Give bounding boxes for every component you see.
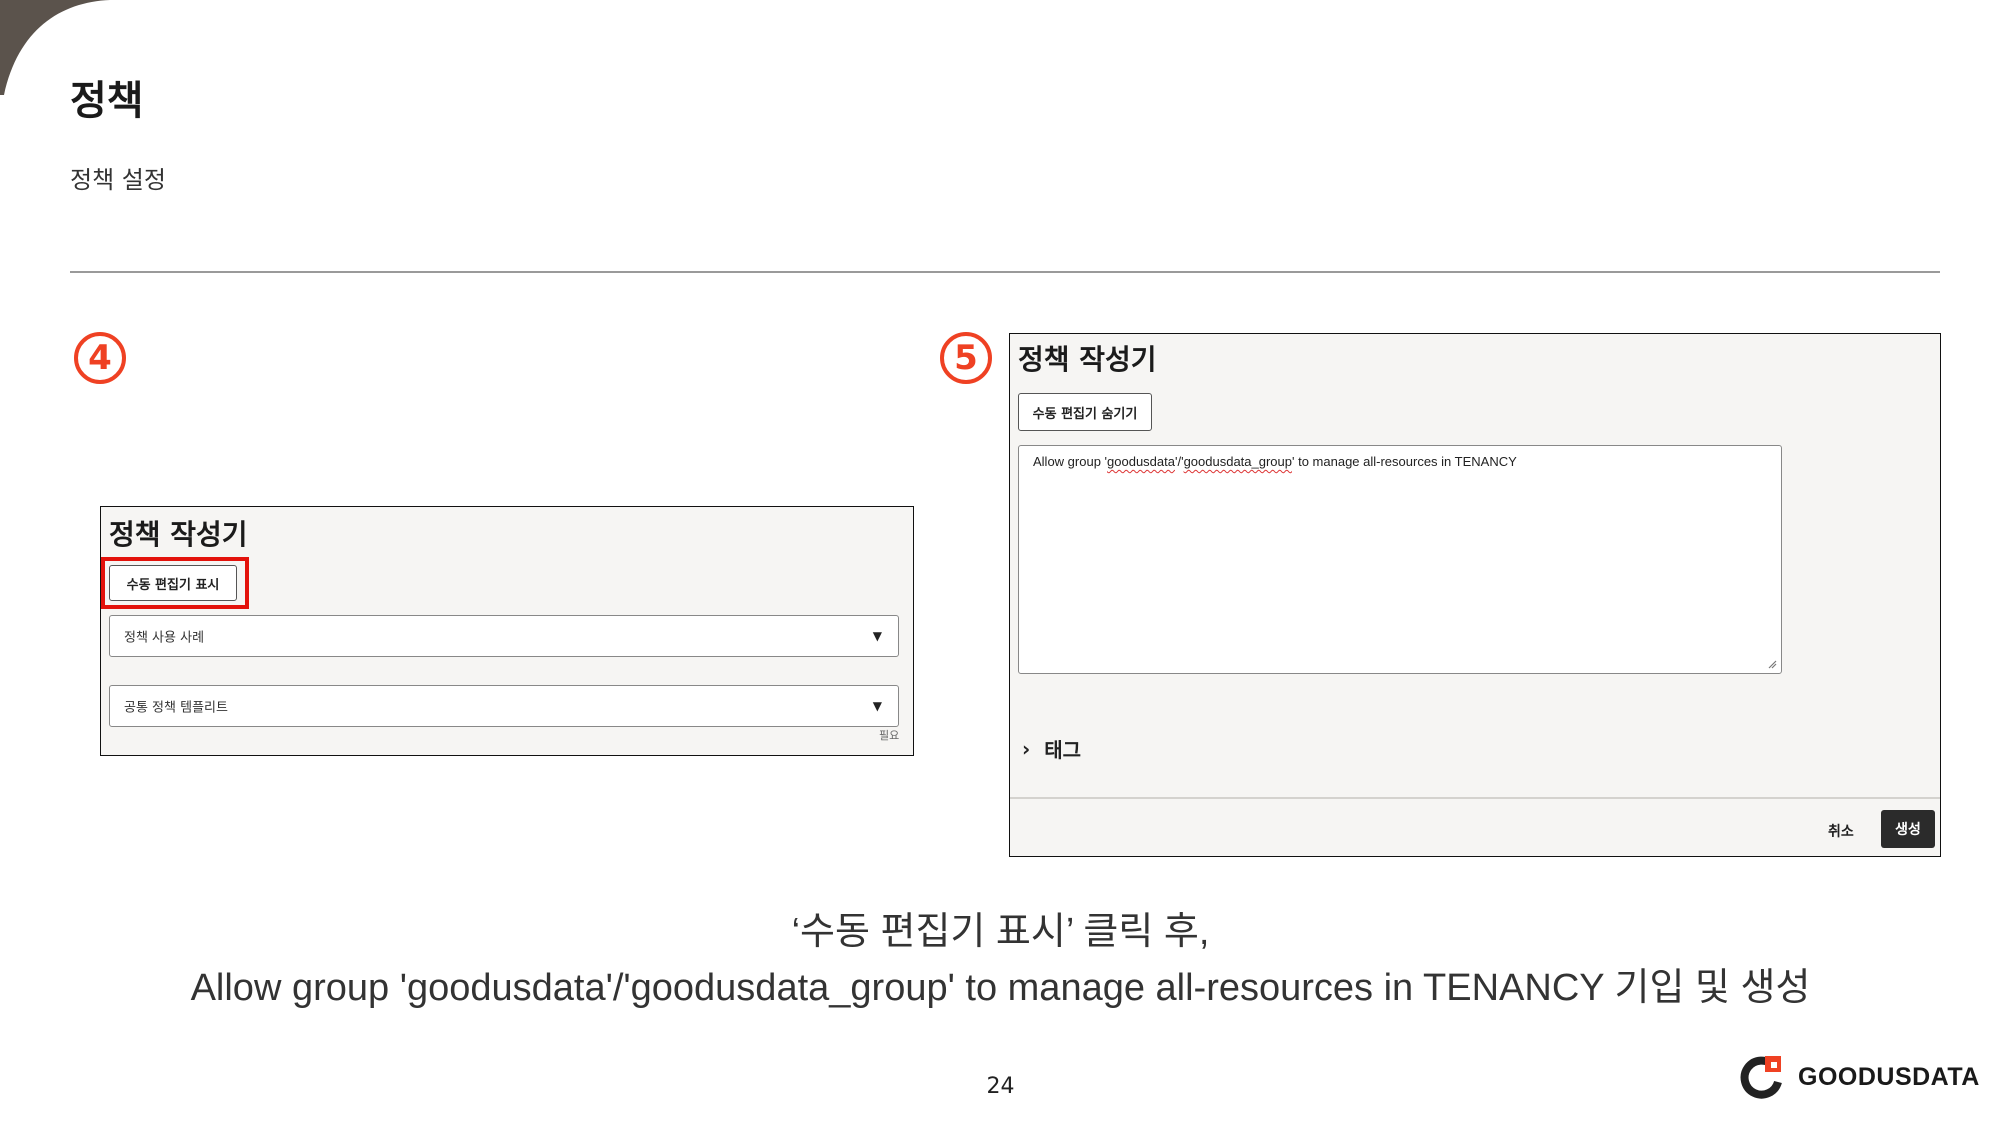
common-policy-template-label: 공통 정책 템플리트 <box>124 700 228 716</box>
brand-name: GOODUSDATA <box>1798 1062 1980 1091</box>
panel-footer-divider <box>1010 797 1940 799</box>
hide-manual-editor-button[interactable]: 수동 편집기 숨기기 <box>1018 393 1152 431</box>
common-policy-template-select[interactable]: 공통 정책 템플리트 ▼ <box>109 685 899 727</box>
chevron-down-icon: ▼ <box>872 699 882 713</box>
tags-label: 태그 <box>1044 738 1082 762</box>
show-manual-editor-button[interactable]: 수동 편집기 표시 <box>109 565 237 601</box>
required-label: 필요 <box>879 729 900 742</box>
step-5-badge: 5 <box>940 332 992 384</box>
policy-use-case-select[interactable]: 정책 사용 사례 ▼ <box>109 615 899 657</box>
caption-line-2: Allow group 'goodusdata'/'goodusdata_gro… <box>190 967 1811 1009</box>
chevron-down-icon: ▼ <box>872 629 882 643</box>
policy-use-case-label: 정책 사용 사례 <box>124 630 205 646</box>
step-5-screenshot: 정책 작성기 수동 편집기 숨기기 Allow group 'goodusdat… <box>1009 333 1941 857</box>
caption-line-1: ‘수동 편집기 표시’ 클릭 후, <box>791 911 1210 953</box>
header-divider <box>70 271 1940 273</box>
chevron-right-icon: › <box>1022 736 1031 761</box>
cancel-button[interactable]: 취소 <box>1828 821 1854 841</box>
page-subtitle: 정책 설정 <box>70 166 166 194</box>
policy-builder-title: 정책 작성기 <box>1018 343 1157 376</box>
page-title: 정책 <box>70 78 144 124</box>
goodusdata-logo-icon <box>1740 1056 1782 1099</box>
policy-statement-text: Allow group 'goodusdata'/'goodusdata_gro… <box>1033 454 1517 469</box>
step-4-badge: 4 <box>74 332 126 384</box>
policy-statement-textarea[interactable]: Allow group 'goodusdata'/'goodusdata_gro… <box>1018 445 1782 674</box>
create-button[interactable]: 생성 <box>1881 810 1935 848</box>
tags-section-toggle[interactable]: › 태그 <box>1022 734 1081 763</box>
brand-logo: GOODUSDATA <box>1738 1054 1980 1100</box>
page-number: 24 <box>986 1074 1015 1099</box>
policy-builder-title: 정책 작성기 <box>109 518 248 551</box>
resize-handle-icon[interactable] <box>1767 659 1777 669</box>
step-4-screenshot: 정책 작성기 수동 편집기 표시 정책 사용 사례 ▼ 공통 정책 템플리트 ▼… <box>100 506 914 756</box>
